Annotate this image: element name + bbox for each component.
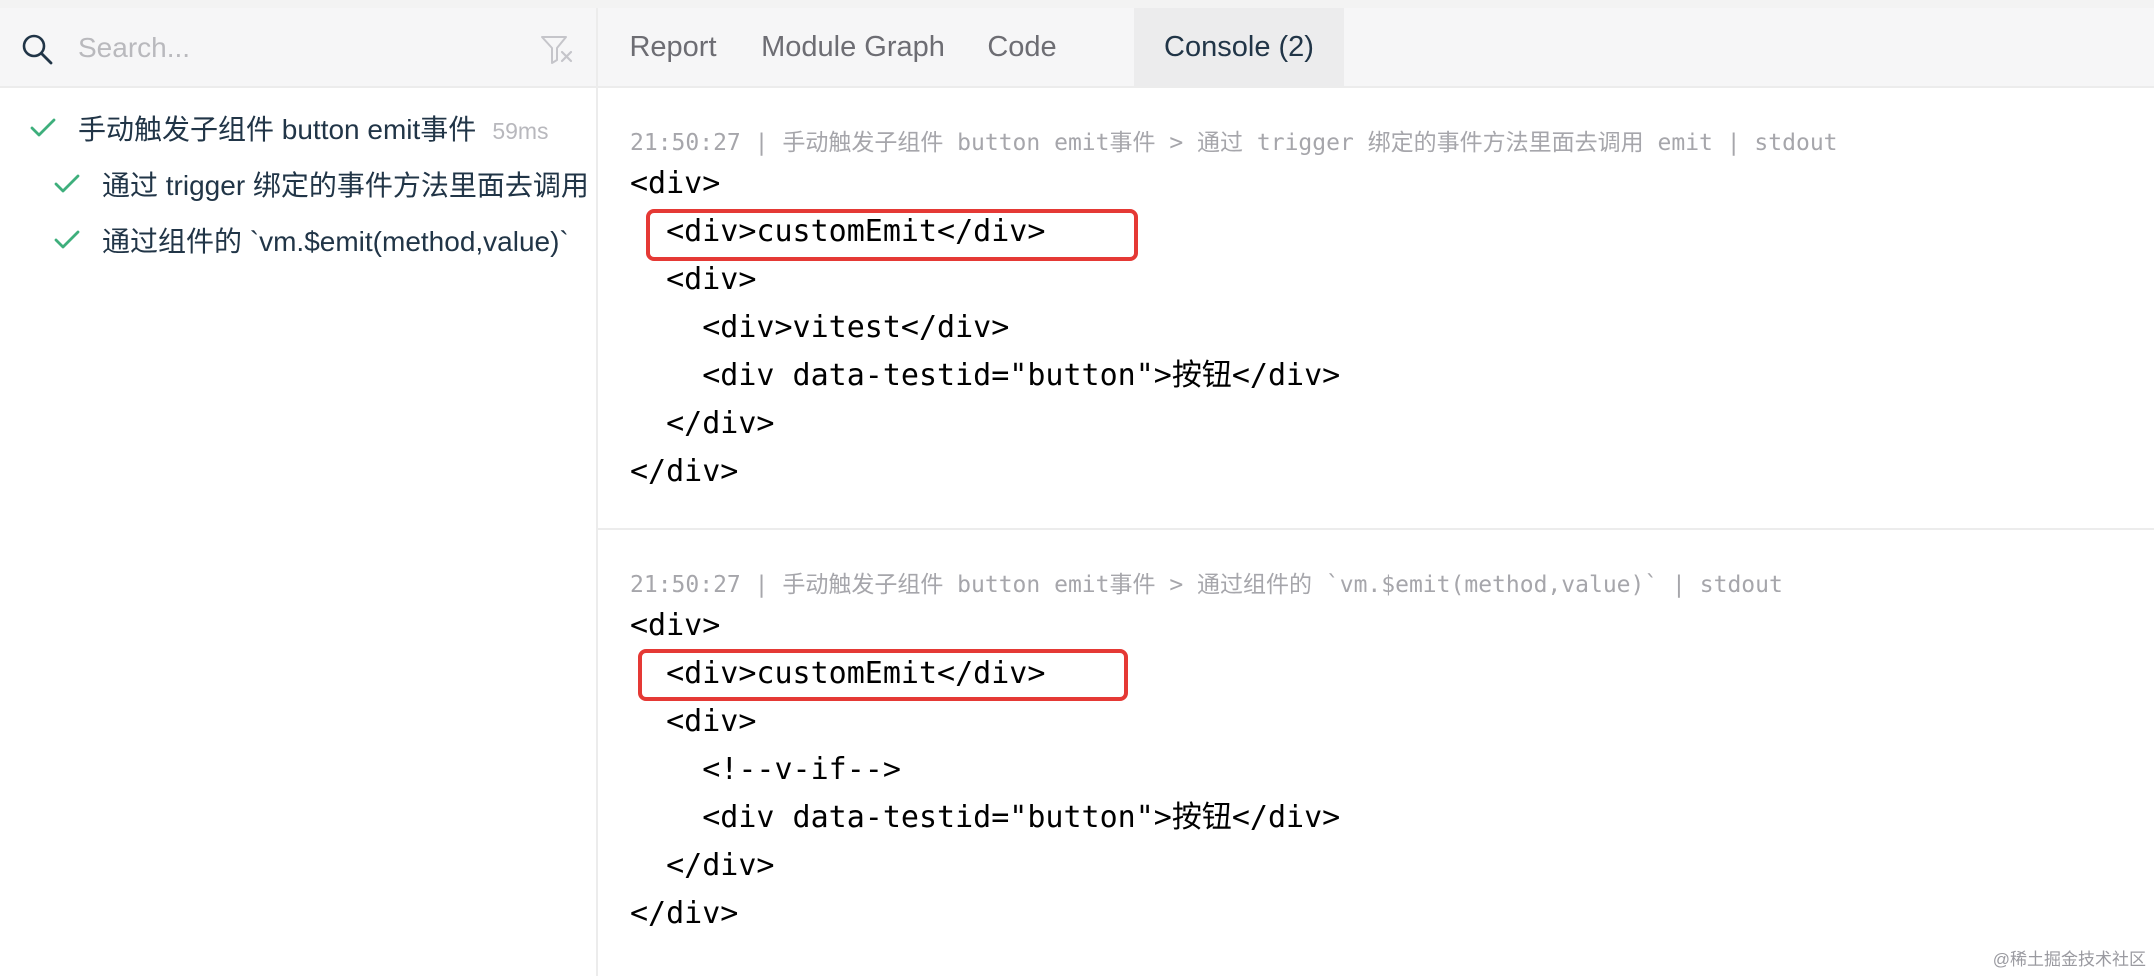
test-suite-row[interactable]: 手动触发子组件 button emit事件 59ms [0,100,596,156]
pass-check-icon [54,174,80,193]
test-case-row[interactable]: 通过 trigger 绑定的事件方法里面去调用 emit [0,156,596,212]
code-line: <div> [630,262,757,297]
tab-module-graph[interactable]: Module Graph [748,8,958,86]
watermark: @稀土掘金技术社区 [1992,950,2146,969]
console-panel: 21:50:27 | 手动触发子组件 button emit事件 > 通过 tr… [598,88,2154,976]
code-line: <div>vitest</div> [630,310,1010,345]
console-entry-header: 21:50:27 | 手动触发子组件 button emit事件 > 通过 tr… [630,130,1838,156]
console-entry: 21:50:27 | 手动触发子组件 button emit事件 > 通过 tr… [598,88,2154,530]
console-entry: 21:50:27 | 手动触发子组件 button emit事件 > 通过组件的… [598,530,2154,976]
test-tree: 手动触发子组件 button emit事件 59ms 通过 trigger 绑定… [0,100,596,268]
test-case-label: 通过组件的 `vm.$emit(method,value)` [102,226,569,257]
code-line: </div> [630,896,739,931]
code-line: </div> [630,406,775,441]
code-line: </div> [630,454,739,489]
search-input[interactable] [76,24,510,72]
highlight-box [638,649,1128,701]
code-line: <div> [630,166,721,201]
code-line: <div data-testid="button">按钮</div> [630,800,1341,835]
console-entry-header: 21:50:27 | 手动触发子组件 button emit事件 > 通过组件的… [630,572,1783,598]
test-case-label: 通过 trigger 绑定的事件方法里面去调用 emit [102,170,598,201]
tab-report[interactable]: Report [598,8,748,86]
test-sidebar: 手动触发子组件 button emit事件 59ms 通过 trigger 绑定… [0,8,598,976]
suite-duration: 59ms [492,117,549,144]
clear-filter-icon[interactable] [540,34,574,66]
code-line: </div> [630,848,775,883]
pass-check-icon [30,118,56,137]
tab-console[interactable]: Console (2) [1134,8,1344,86]
search-icon [22,34,53,65]
code-line: <div> [630,608,721,643]
search-bar [0,8,596,88]
suite-label: 手动触发子组件 button emit事件 [78,114,477,145]
code-line: <div> [630,704,757,739]
pass-check-icon [54,230,80,249]
code-line: <div data-testid="button">按钮</div> [630,358,1341,393]
highlight-box [646,209,1138,261]
view-tabs: Report Module Graph Code Console (2) [598,8,2154,88]
code-line: <!--v-if--> [630,752,901,787]
tab-code[interactable]: Code [958,8,1086,86]
test-case-row[interactable]: 通过组件的 `vm.$emit(method,value)` [0,212,596,268]
